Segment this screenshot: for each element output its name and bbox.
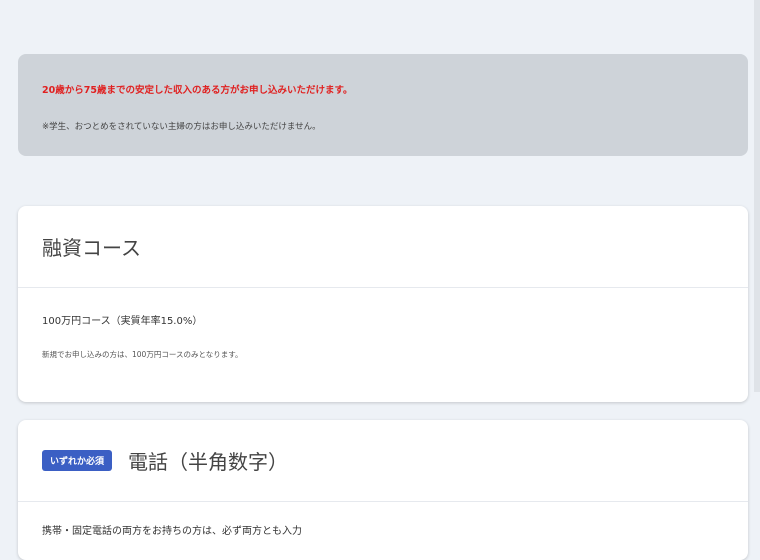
required-badge: いずれか必須 xyxy=(42,450,113,471)
loan-course-title: 融資コース xyxy=(42,236,141,260)
scrollbar[interactable] xyxy=(754,0,760,392)
loan-course-header: 融資コース xyxy=(18,206,748,288)
loan-course-card: 融資コース 100万円コース（実質年率15.0%） 新規でお申し込みの方は、10… xyxy=(18,206,748,402)
phone-instruction: 携帯・固定電話の両方をお持ちの方は、必ず両方とも入力 xyxy=(42,526,302,537)
phone-header: いずれか必須 電話（半角数字） xyxy=(18,420,748,502)
loan-course-note: 新規でお申し込みの方は、100万円コースのみとなります。 xyxy=(42,350,243,359)
loan-course-option[interactable]: 100万円コース（実質年率15.0%） xyxy=(42,312,724,327)
phone-card: いずれか必須 電話（半角数字） 携帯・固定電話の両方をお持ちの方は、必ず両方とも… xyxy=(18,420,748,560)
eligibility-notice: 20歳から75歳までの安定した収入のある方がお申し込みいただけます。 ※学生、お… xyxy=(18,54,748,156)
loan-course-body: 100万円コース（実質年率15.0%） 新規でお申し込みの方は、100万円コース… xyxy=(18,288,748,384)
notice-warning: 20歳から75歳までの安定した収入のある方がお申し込みいただけます。 xyxy=(42,85,353,96)
notice-subtext: ※学生、おつとめをされていない主婦の方はお申し込みいただけません。 xyxy=(42,122,321,132)
phone-title: 電話（半角数字） xyxy=(128,450,289,474)
